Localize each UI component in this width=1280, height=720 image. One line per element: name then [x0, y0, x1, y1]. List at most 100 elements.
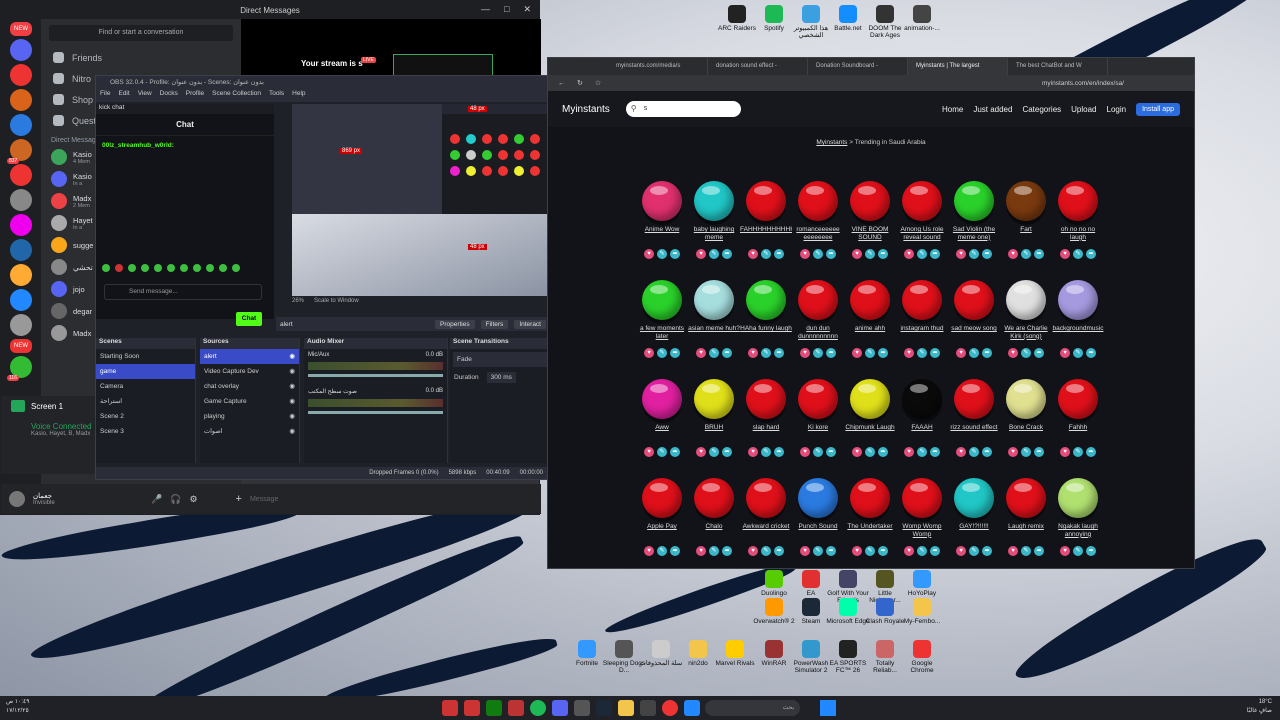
- visibility-eye-icon[interactable]: ◉: [289, 426, 295, 437]
- sound-name-link[interactable]: Among Us role reveal sound: [896, 226, 948, 246]
- link-icon[interactable]: ✎: [657, 249, 667, 259]
- favorite-heart-icon[interactable]: ♥: [1060, 249, 1070, 259]
- share-icon[interactable]: ➦: [670, 348, 680, 358]
- favorite-heart-icon[interactable]: ♥: [800, 249, 810, 259]
- share-icon[interactable]: ➦: [826, 447, 836, 457]
- volume-slider[interactable]: [308, 411, 443, 414]
- sound-name-link[interactable]: a few moments later: [636, 325, 688, 345]
- share-icon[interactable]: ➦: [878, 447, 888, 457]
- discord-taskbar-icon[interactable]: [552, 700, 568, 716]
- sound-name-link[interactable]: sad meow song: [948, 325, 1000, 345]
- reload-icon[interactable]: ↻: [577, 79, 583, 87]
- link-icon[interactable]: ✎: [813, 249, 823, 259]
- link-icon[interactable]: ✎: [969, 447, 979, 457]
- favorite-heart-icon[interactable]: ♥: [904, 348, 914, 358]
- sound-name-link[interactable]: Awkward cricket: [740, 523, 792, 543]
- play-sound-button[interactable]: [902, 379, 942, 419]
- share-icon[interactable]: ➦: [774, 546, 784, 556]
- sound-name-link[interactable]: baby laughing meme: [688, 226, 740, 246]
- play-sound-button[interactable]: [642, 181, 682, 221]
- filters-button[interactable]: Filters: [480, 319, 509, 329]
- favorite-heart-icon[interactable]: ♥: [748, 447, 758, 457]
- menu-just-added[interactable]: Just added: [973, 105, 1012, 114]
- favorite-heart-icon[interactable]: ♥: [696, 249, 706, 259]
- chrome-taskbar-icon[interactable]: [662, 700, 678, 716]
- share-icon[interactable]: ➦: [1034, 348, 1044, 358]
- share-icon[interactable]: ➦: [722, 546, 732, 556]
- play-sound-button[interactable]: [902, 181, 942, 221]
- taskbar-search[interactable]: بحث: [705, 700, 800, 716]
- visibility-eye-icon[interactable]: ◉: [289, 411, 295, 422]
- play-sound-button[interactable]: [1058, 478, 1098, 518]
- find-conversation-input[interactable]: Find or start a conversation: [49, 25, 233, 41]
- chat-send-button[interactable]: Chat: [236, 312, 262, 326]
- play-sound-button[interactable]: [850, 379, 890, 419]
- browser-tab[interactable]: myinstants.com/media/s: [608, 58, 708, 75]
- favorite-heart-icon[interactable]: ♥: [644, 546, 654, 556]
- sound-name-link[interactable]: Sad Violin (the meme one): [948, 226, 1000, 246]
- sound-name-link[interactable]: Anime Wow: [636, 226, 688, 246]
- source-item[interactable]: chat overlay ◉: [200, 379, 299, 394]
- link-icon[interactable]: ✎: [761, 546, 771, 556]
- browser-tab[interactable]: Donation Soundboard -: [808, 58, 908, 75]
- spotify-taskbar-icon[interactable]: [530, 700, 546, 716]
- favorite-heart-icon[interactable]: ♥: [904, 447, 914, 457]
- play-sound-button[interactable]: [850, 478, 890, 518]
- headphones-icon[interactable]: 🎧: [170, 494, 181, 505]
- favorite-heart-icon[interactable]: ♥: [1008, 249, 1018, 259]
- play-sound-button[interactable]: [850, 181, 890, 221]
- visibility-eye-icon[interactable]: ◉: [289, 366, 295, 377]
- transition-select[interactable]: Fade: [453, 352, 547, 367]
- menu-profile[interactable]: Profile: [186, 90, 204, 102]
- share-icon[interactable]: ➦: [982, 348, 992, 358]
- clock[interactable]: ١٠:٤٩ ص ١٧/١٢/٢٥: [6, 698, 29, 716]
- emote-icon[interactable]: [154, 264, 162, 272]
- sound-name-link[interactable]: FAHHHHHHHHHHHHHHH: [740, 226, 792, 246]
- share-icon[interactable]: ➦: [1034, 546, 1044, 556]
- app-taskbar-icon[interactable]: [640, 700, 656, 716]
- share-icon[interactable]: ➦: [670, 546, 680, 556]
- server-icon[interactable]: [10, 239, 32, 261]
- share-icon[interactable]: ➦: [1086, 348, 1096, 358]
- sound-name-link[interactable]: instagram thud: [896, 325, 948, 345]
- source-item[interactable]: اصوات ◉: [200, 424, 299, 439]
- menu-scene-collection[interactable]: Scene Collection: [212, 90, 261, 102]
- link-icon[interactable]: ✎: [865, 249, 875, 259]
- share-icon[interactable]: ➦: [774, 348, 784, 358]
- play-sound-button[interactable]: [954, 181, 994, 221]
- obs-preview[interactable]: 869 px 48 px 48 px: [292, 104, 548, 296]
- link-icon[interactable]: ✎: [917, 249, 927, 259]
- share-icon[interactable]: ➦: [930, 348, 940, 358]
- server-icon[interactable]: [10, 89, 32, 111]
- menu-home[interactable]: Home: [942, 105, 963, 114]
- link-icon[interactable]: ✎: [813, 546, 823, 556]
- desktop-shortcut[interactable]: My-Fembo...: [900, 598, 944, 625]
- favorite-heart-icon[interactable]: ♥: [748, 348, 758, 358]
- link-icon[interactable]: ✎: [1021, 249, 1031, 259]
- volume-slider[interactable]: [308, 374, 443, 377]
- scene-item[interactable]: استراحة: [96, 394, 195, 409]
- url-field[interactable]: myinstants.com/en/index/sa/: [1042, 80, 1124, 87]
- play-sound-button[interactable]: [746, 478, 786, 518]
- menu-file[interactable]: File: [100, 90, 110, 102]
- link-icon[interactable]: ✎: [761, 447, 771, 457]
- desktop-shortcut[interactable]: Google Chrome: [900, 640, 944, 675]
- favorite-heart-icon[interactable]: ♥: [1008, 348, 1018, 358]
- favorite-heart-icon[interactable]: ♥: [904, 249, 914, 259]
- favorite-heart-icon[interactable]: ♥: [904, 546, 914, 556]
- favorite-heart-icon[interactable]: ♥: [956, 447, 966, 457]
- windows-start-icon[interactable]: [820, 700, 836, 716]
- sound-name-link[interactable]: asian meme huh?: [688, 325, 740, 345]
- sound-name-link[interactable]: The Undertaker: [844, 523, 896, 543]
- emote-icon[interactable]: [232, 264, 240, 272]
- play-sound-button[interactable]: [1006, 379, 1046, 419]
- favorite-heart-icon[interactable]: ♥: [644, 348, 654, 358]
- message-input[interactable]: Message: [250, 496, 278, 503]
- favorite-heart-icon[interactable]: ♥: [956, 546, 966, 556]
- favorite-heart-icon[interactable]: ♥: [696, 348, 706, 358]
- emote-icon[interactable]: [180, 264, 188, 272]
- scene-item[interactable]: Scene 3: [96, 424, 195, 439]
- desktop-shortcut[interactable]: Marvel Rivals: [713, 640, 757, 667]
- sound-name-link[interactable]: Womp Womp Womp: [896, 523, 948, 543]
- emote-icon[interactable]: [206, 264, 214, 272]
